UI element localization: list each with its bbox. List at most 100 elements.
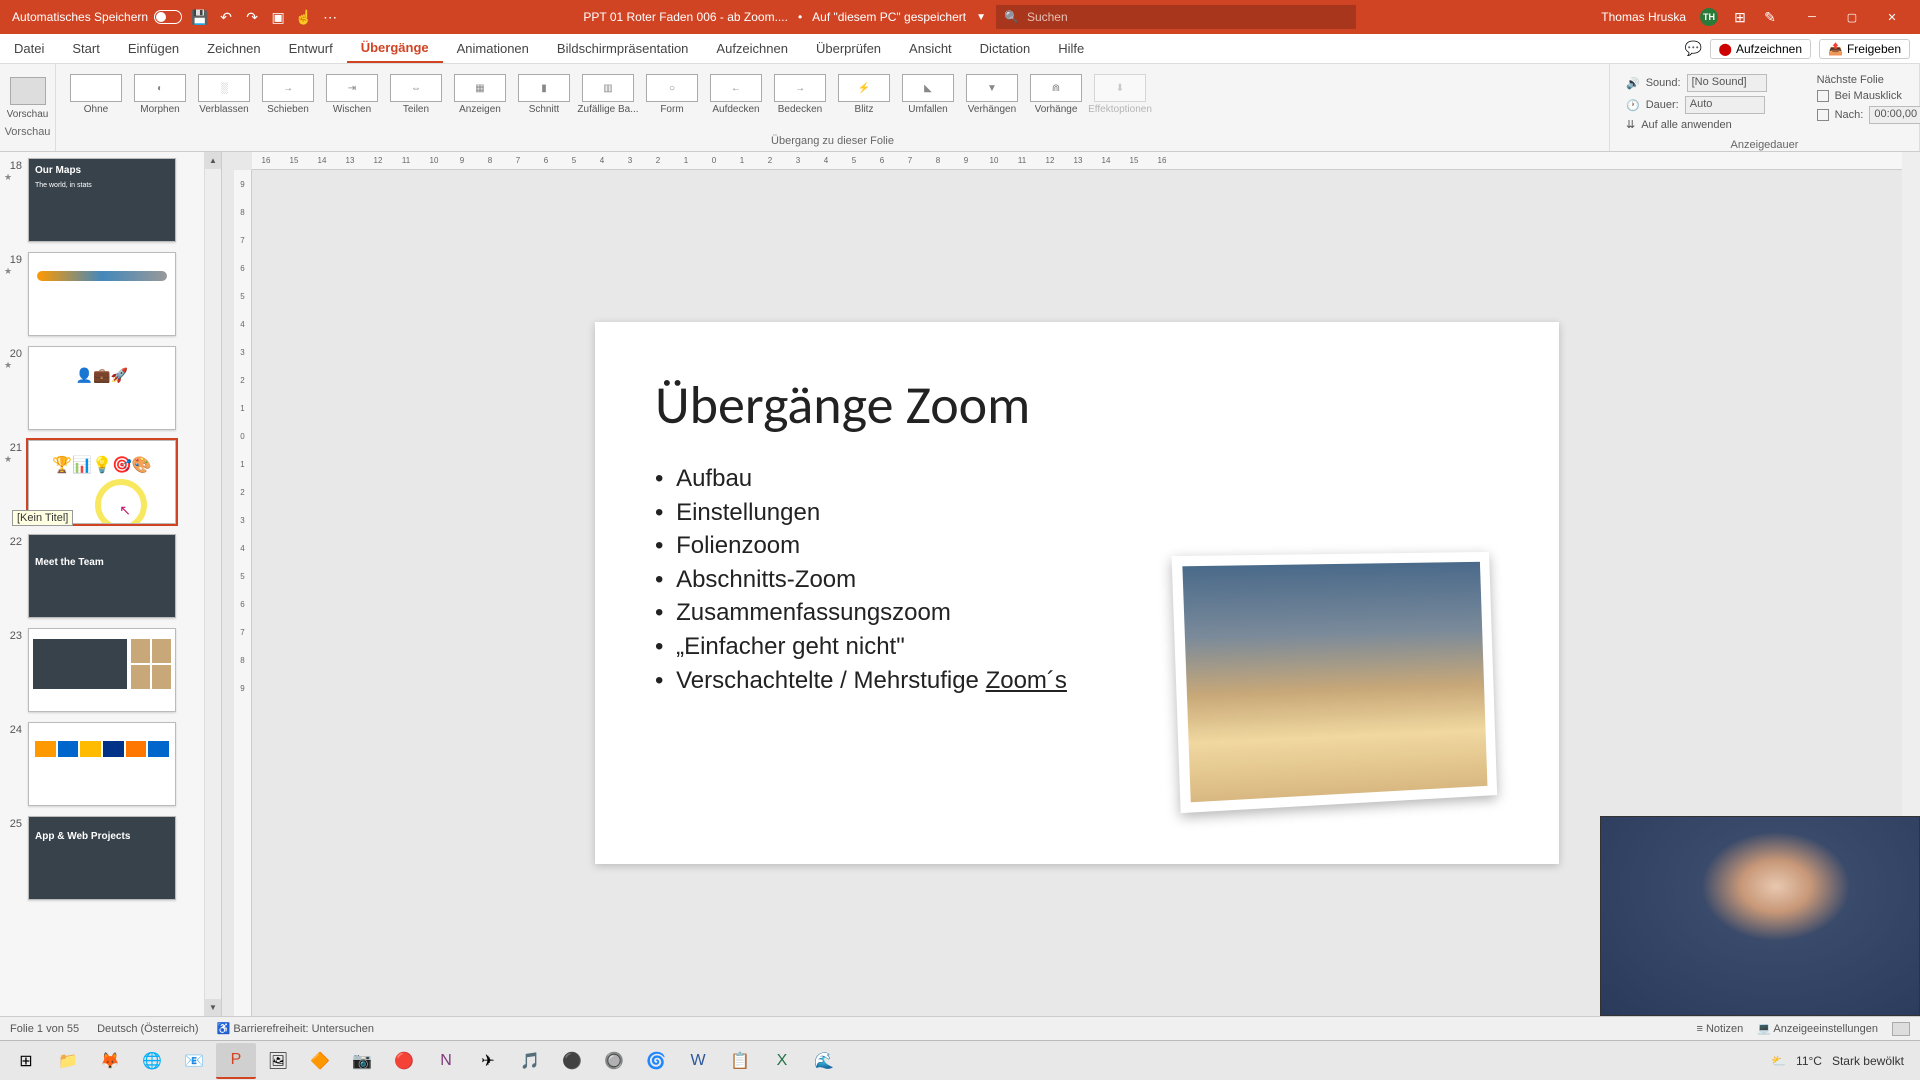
menu-zeichnen[interactable]: Zeichnen <box>193 34 274 63</box>
transition-teilen[interactable]: ⇔Teilen <box>386 72 446 117</box>
maximize-button[interactable]: ▢ <box>1832 1 1872 33</box>
menu-hilfe[interactable]: Hilfe <box>1044 34 1098 63</box>
app-icon-4[interactable]: 🎵 <box>510 1043 550 1079</box>
pen-icon[interactable]: ✎ <box>1762 9 1778 25</box>
slide-thumb-20[interactable]: 👤💼🚀 <box>28 346 176 430</box>
user-name[interactable]: Thomas Hruska <box>1601 10 1686 24</box>
autosave-toggle[interactable]: Automatisches Speichern <box>12 10 182 24</box>
menu-ansicht[interactable]: Ansicht <box>895 34 966 63</box>
transition-form[interactable]: ○Form <box>642 72 702 117</box>
app-icon-2[interactable]: 📷 <box>342 1043 382 1079</box>
transitions-gallery[interactable]: Ohne ◐Morphen ░Verblassen →Schieben ⇥Wis… <box>62 68 1603 133</box>
search-input[interactable] <box>1027 10 1348 24</box>
user-avatar[interactable]: TH <box>1700 8 1718 26</box>
on-click-checkbox[interactable] <box>1817 90 1829 102</box>
scroll-down-button[interactable]: ▼ <box>205 999 221 1016</box>
transition-ohne[interactable]: Ohne <box>66 72 126 117</box>
menu-aufzeichnen[interactable]: Aufzeichnen <box>702 34 802 63</box>
touch-icon[interactable]: ☝ <box>296 9 312 25</box>
app-icon-6[interactable]: 📋 <box>720 1043 760 1079</box>
apply-all-button[interactable]: ⇊Auf alle anwenden <box>1626 118 1767 131</box>
transition-schieben[interactable]: →Schieben <box>258 72 318 117</box>
telegram-icon[interactable]: ✈ <box>468 1043 508 1079</box>
transition-morphen[interactable]: ◐Morphen <box>130 72 190 117</box>
redo-icon[interactable]: ↷ <box>244 9 260 25</box>
onenote-icon[interactable]: N <box>426 1043 466 1079</box>
comments-icon[interactable]: 💬 <box>1686 41 1702 57</box>
slide-image[interactable] <box>1172 552 1498 813</box>
after-time-field[interactable]: 00:00,00 <box>1869 106 1920 124</box>
thumbnail-list[interactable]: 18★Our MapsThe world, in stats 19★ 20★👤💼… <box>0 152 204 1016</box>
record-button[interactable]: ⬤ Aufzeichnen <box>1710 39 1811 59</box>
more-icon[interactable]: ⋯ <box>322 9 338 25</box>
start-button[interactable]: ⊞ <box>6 1043 46 1079</box>
normal-view-button[interactable] <box>1892 1022 1910 1036</box>
chrome-icon[interactable]: 🌐 <box>132 1043 172 1079</box>
app-icon-3[interactable]: 🔴 <box>384 1043 424 1079</box>
slide-thumb-24[interactable] <box>28 722 176 806</box>
powerpoint-icon[interactable]: P <box>216 1043 256 1079</box>
excel-icon[interactable]: X <box>762 1043 802 1079</box>
save-icon[interactable]: 💾 <box>192 9 208 25</box>
explorer-icon[interactable]: 📁 <box>48 1043 88 1079</box>
slide-thumb-18[interactable]: Our MapsThe world, in stats <box>28 158 176 242</box>
menu-einfuegen[interactable]: Einfügen <box>114 34 193 63</box>
firefox-icon[interactable]: 🦊 <box>90 1043 130 1079</box>
language-indicator[interactable]: Deutsch (Österreich) <box>97 1023 198 1035</box>
slide-title[interactable]: Übergänge Zoom <box>655 372 1499 438</box>
vlc-icon[interactable]: 🔶 <box>300 1043 340 1079</box>
menu-bildschirmpraesentation[interactable]: Bildschirmpräsentation <box>543 34 703 63</box>
menu-start[interactable]: Start <box>58 34 113 63</box>
close-button[interactable]: ✕ <box>1872 1 1912 33</box>
menu-animationen[interactable]: Animationen <box>443 34 543 63</box>
transition-blitz[interactable]: ⚡Blitz <box>834 72 894 117</box>
menu-ueberpruefen[interactable]: Überprüfen <box>802 34 895 63</box>
app-icon-5[interactable]: 🌀 <box>636 1043 676 1079</box>
transition-verhaengen[interactable]: ▼Verhängen <box>962 72 1022 117</box>
search-box[interactable]: 🔍 <box>996 5 1356 29</box>
menu-entwurf[interactable]: Entwurf <box>275 34 347 63</box>
record-icon[interactable]: 🔘 <box>594 1043 634 1079</box>
transition-schnitt[interactable]: ▮Schnitt <box>514 72 574 117</box>
transition-bedecken[interactable]: →Bedecken <box>770 72 830 117</box>
undo-icon[interactable]: ↶ <box>218 9 234 25</box>
slide-thumb-19[interactable] <box>28 252 176 336</box>
effect-options[interactable]: ⬇Effektoptionen <box>1090 72 1150 117</box>
display-settings-button[interactable]: 💻 Anzeigeeinstellungen <box>1757 1022 1878 1035</box>
slide-thumb-23[interactable] <box>28 628 176 712</box>
obs-icon[interactable]: ⚫ <box>552 1043 592 1079</box>
preview-button[interactable] <box>10 77 46 105</box>
accessibility-status[interactable]: ♿ Barrierefreiheit: Untersuchen <box>217 1022 374 1035</box>
transition-verblassen[interactable]: ░Verblassen <box>194 72 254 117</box>
transition-aufdecken[interactable]: ←Aufdecken <box>706 72 766 117</box>
app-icon[interactable]: ⊞ <box>1732 9 1748 25</box>
menu-dictation[interactable]: Dictation <box>966 34 1045 63</box>
transition-zufaellige[interactable]: ▥Zufällige Ba... <box>578 72 638 117</box>
edge-icon[interactable]: 🌊 <box>804 1043 844 1079</box>
menu-uebergaenge[interactable]: Übergänge <box>347 34 443 63</box>
transition-anzeigen[interactable]: ▦Anzeigen <box>450 72 510 117</box>
transition-wischen[interactable]: ⇥Wischen <box>322 72 382 117</box>
transition-vorhaenge[interactable]: ⋒Vorhänge <box>1026 72 1086 117</box>
slideshow-icon[interactable]: ▣ <box>270 9 286 25</box>
transition-umfallen[interactable]: ◣Umfallen <box>898 72 958 117</box>
system-tray[interactable]: ⛅ 11°C Stark bewölkt <box>1771 1054 1914 1068</box>
word-icon[interactable]: W <box>678 1043 718 1079</box>
minimize-button[interactable]: ─ <box>1792 1 1832 33</box>
outlook-icon[interactable]: 📧 <box>174 1043 214 1079</box>
duration-field[interactable]: Auto <box>1685 96 1765 114</box>
app-icon-1[interactable]: 🖼 <box>258 1043 298 1079</box>
sound-select[interactable]: [No Sound] <box>1687 74 1767 92</box>
slide-counter[interactable]: Folie 1 von 55 <box>10 1023 79 1035</box>
slide-canvas[interactable]: Übergänge Zoom Aufbau Einstellungen Foli… <box>595 322 1559 864</box>
thumbnail-scrollbar[interactable]: ▲ ▼ <box>204 152 221 1016</box>
scroll-up-button[interactable]: ▲ <box>205 152 221 169</box>
chevron-down-icon[interactable]: ▼ <box>976 12 986 23</box>
notes-button[interactable]: ≡ Notizen <box>1696 1023 1743 1035</box>
after-checkbox[interactable] <box>1817 109 1829 121</box>
toggle-switch[interactable] <box>154 10 182 24</box>
share-button[interactable]: 📤 Freigeben <box>1819 39 1910 59</box>
save-status[interactable]: Auf "diesem PC" gespeichert <box>812 10 966 24</box>
slide-thumb-25[interactable]: App & Web Projects <box>28 816 176 900</box>
slide-thumb-22[interactable]: Meet the Team <box>28 534 176 618</box>
